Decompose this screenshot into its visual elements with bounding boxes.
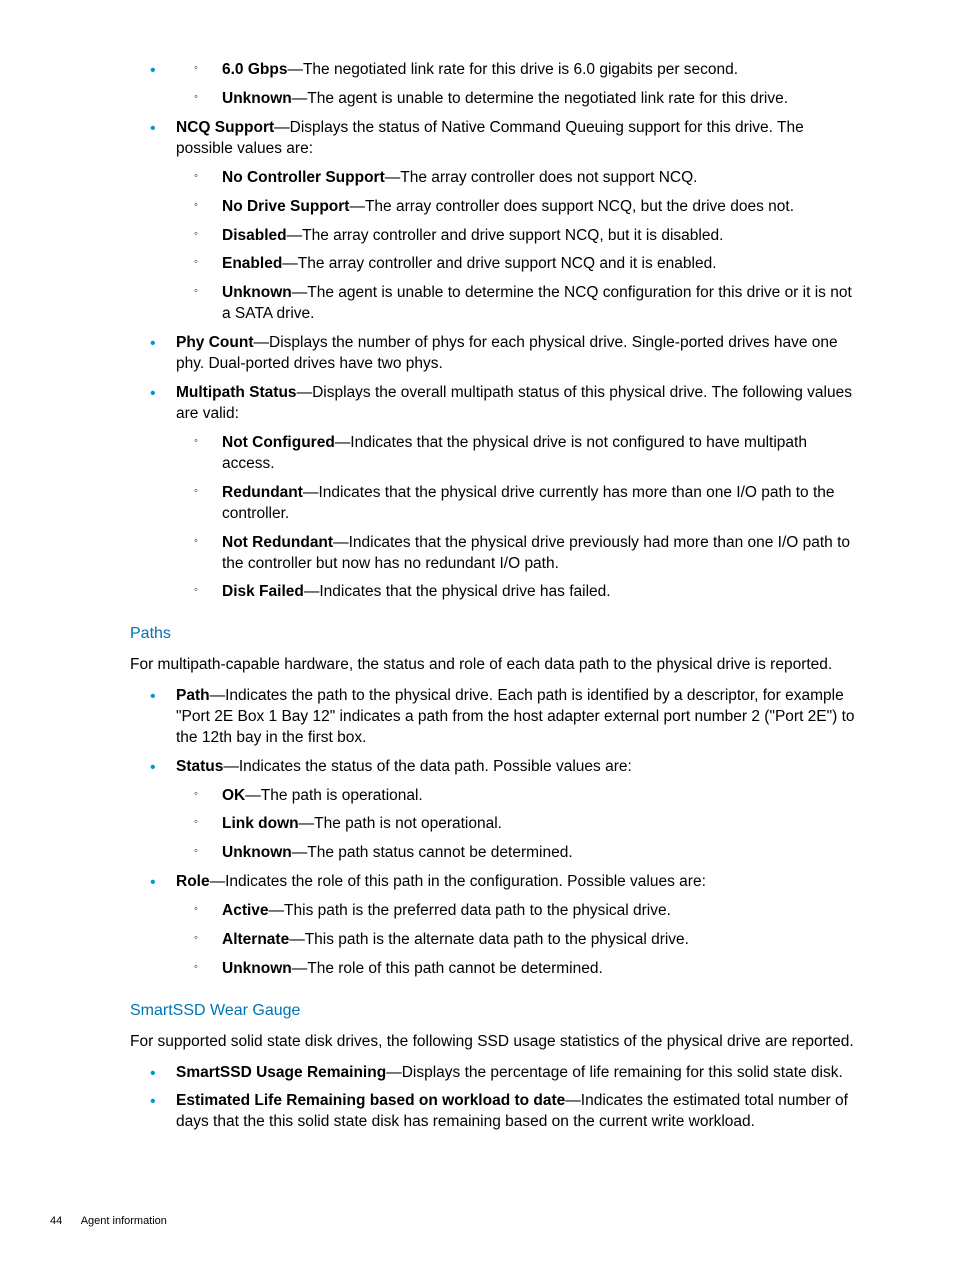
desc: —The array controller does not support N…	[385, 169, 698, 186]
desc: —Indicates the path to the physical driv…	[176, 687, 855, 746]
paths-heading: Paths	[130, 623, 856, 645]
list-item: Unknown—The path status cannot be determ…	[180, 843, 856, 864]
desc: —The array controller and drive support …	[282, 255, 716, 272]
term: Enabled	[222, 255, 282, 272]
term: Unknown	[222, 284, 292, 301]
list-item: Status—Indicates the status of the data …	[142, 757, 856, 865]
smartssd-heading: SmartSSD Wear Gauge	[130, 1000, 856, 1022]
term: Estimated Life Remaining based on worklo…	[176, 1092, 565, 1109]
term: No Controller Support	[222, 169, 385, 186]
list-item: Phy Count—Displays the number of phys fo…	[142, 333, 856, 375]
desc: —This path is the preferred data path to…	[269, 902, 671, 919]
desc: —Displays the percentage of life remaini…	[386, 1064, 843, 1081]
term: Disk Failed	[222, 583, 304, 600]
page-footer: 44 Agent information	[50, 1214, 167, 1229]
term: Role	[176, 873, 210, 890]
desc: —The path is not operational.	[299, 815, 502, 832]
list-item: NCQ Support—Displays the status of Nativ…	[142, 118, 856, 325]
list-item: Enabled—The array controller and drive s…	[180, 254, 856, 275]
desc: —The negotiated link rate for this drive…	[287, 61, 738, 78]
footer-label: Agent information	[81, 1215, 167, 1227]
term: No Drive Support	[222, 198, 349, 215]
desc: —Indicates the status of the data path. …	[223, 758, 631, 775]
term: Unknown	[222, 960, 292, 977]
smartssd-intro: For supported solid state disk drives, t…	[130, 1032, 856, 1053]
term: Not Redundant	[222, 534, 333, 551]
list-item: OK—The path is operational.	[180, 786, 856, 807]
list-item: Unknown—The agent is unable to determine…	[180, 89, 856, 110]
term: SmartSSD Usage Remaining	[176, 1064, 386, 1081]
term: Phy Count	[176, 334, 254, 351]
term: Disabled	[222, 227, 287, 244]
term: Path	[176, 687, 210, 704]
paths-intro: For multipath-capable hardware, the stat…	[130, 655, 856, 676]
list-item: Estimated Life Remaining based on worklo…	[142, 1091, 856, 1133]
list-item: No Controller Support—The array controll…	[180, 168, 856, 189]
list-item: Active—This path is the preferred data p…	[180, 901, 856, 922]
list-item: Alternate—This path is the alternate dat…	[180, 930, 856, 951]
desc: —Displays the number of phys for each ph…	[176, 334, 838, 372]
list-item: Unknown—The role of this path cannot be …	[180, 959, 856, 980]
term: NCQ Support	[176, 119, 274, 136]
desc: —The array controller and drive support …	[287, 227, 724, 244]
term: Unknown	[222, 90, 292, 107]
term: Active	[222, 902, 269, 919]
desc: —The agent is unable to determine the NC…	[222, 284, 852, 322]
list-item: Role—Indicates the role of this path in …	[142, 872, 856, 980]
desc: —The path status cannot be determined.	[292, 844, 573, 861]
page-content: 6.0 Gbps—The negotiated link rate for th…	[130, 60, 856, 1133]
list-item: Not Configured—Indicates that the physic…	[180, 433, 856, 475]
page-number: 44	[50, 1215, 62, 1227]
list-item: Not Redundant—Indicates that the physica…	[180, 533, 856, 575]
list-item: Multipath Status—Displays the overall mu…	[142, 383, 856, 603]
term: 6.0 Gbps	[222, 61, 287, 78]
list-item: SmartSSD Usage Remaining—Displays the pe…	[142, 1063, 856, 1084]
desc: —The agent is unable to determine the ne…	[292, 90, 788, 107]
desc: —Indicates that the physical drive has f…	[304, 583, 611, 600]
list-item: Path—Indicates the path to the physical …	[142, 686, 856, 749]
term: Unknown	[222, 844, 292, 861]
list-item: Link down—The path is not operational.	[180, 814, 856, 835]
desc: —The array controller does support NCQ, …	[349, 198, 794, 215]
term: OK	[222, 787, 245, 804]
desc: —This path is the alternate data path to…	[289, 931, 689, 948]
desc: —Indicates the role of this path in the …	[210, 873, 706, 890]
term: Alternate	[222, 931, 289, 948]
list-item: Unknown—The agent is unable to determine…	[180, 283, 856, 325]
desc: —The role of this path cannot be determi…	[292, 960, 603, 977]
term: Multipath Status	[176, 384, 297, 401]
list-item: 6.0 Gbps—The negotiated link rate for th…	[180, 60, 856, 81]
term: Link down	[222, 815, 299, 832]
term: Redundant	[222, 484, 303, 501]
desc: —Indicates that the physical drive curre…	[222, 484, 835, 522]
list-item: Disabled—The array controller and drive …	[180, 226, 856, 247]
term: Status	[176, 758, 223, 775]
desc: —The path is operational.	[245, 787, 423, 804]
list-item: Disk Failed—Indicates that the physical …	[180, 582, 856, 603]
list-item: Redundant—Indicates that the physical dr…	[180, 483, 856, 525]
term: Not Configured	[222, 434, 335, 451]
list-item: No Drive Support—The array controller do…	[180, 197, 856, 218]
